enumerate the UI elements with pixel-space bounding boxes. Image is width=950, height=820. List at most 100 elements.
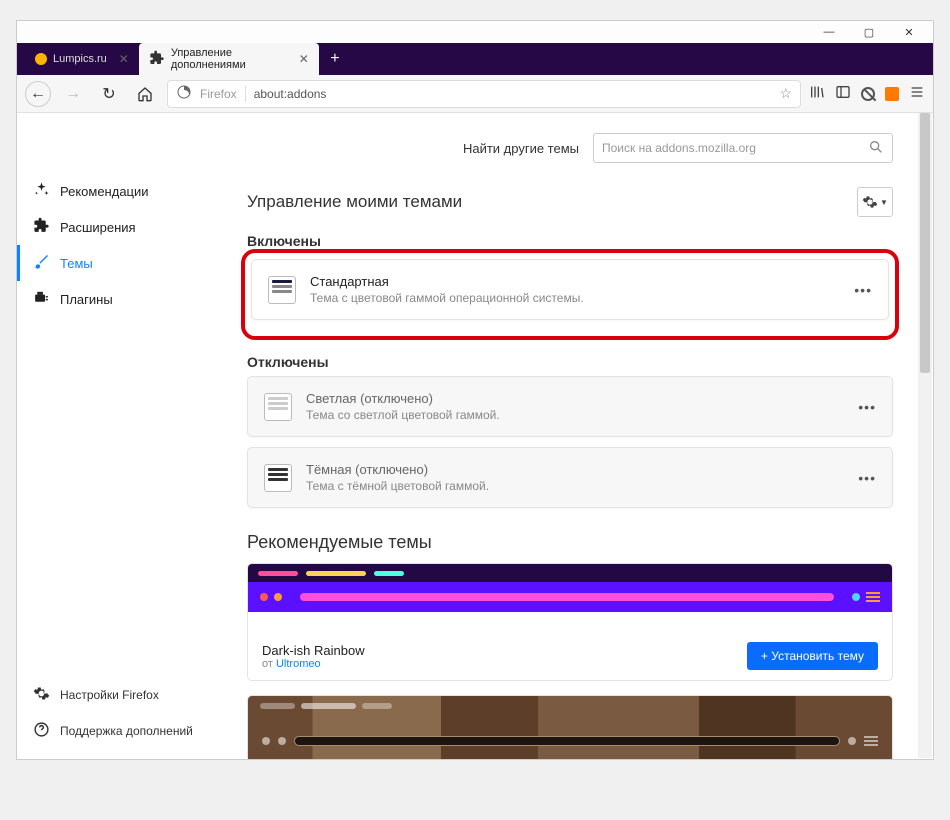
sidebar-item-recommendations[interactable]: Рекомендации <box>17 173 227 209</box>
theme-subtitle: Тема с цветовой гаммой операционной сист… <box>310 291 840 305</box>
recommended-theme-darkish-rainbow: Dark-ish Rainbow от Ultromeo + Установит… <box>247 563 893 681</box>
tab-strip: Lumpics.ru ✕ Управление дополнениями ✕ + <box>17 43 933 75</box>
firefox-icon <box>176 84 192 103</box>
scrollbar-thumb[interactable] <box>920 113 930 373</box>
preview-hamburger-icon <box>866 592 880 602</box>
tab-lumpics[interactable]: Lumpics.ru ✕ <box>25 43 139 75</box>
preview-urlbar <box>300 593 834 601</box>
new-tab-button[interactable]: + <box>319 43 351 75</box>
recommended-theme-oldwood: OldWood <box>247 695 893 759</box>
preview-dot <box>274 593 282 601</box>
adblock-icon[interactable] <box>861 87 875 101</box>
puzzle-icon <box>33 217 50 237</box>
tab-close-icon[interactable]: ✕ <box>119 52 129 66</box>
page-heading-row: Управление моими темами ▼ <box>247 187 893 217</box>
recommended-heading: Рекомендуемые темы <box>247 532 893 553</box>
recommended-name: Dark-ish Rainbow <box>262 643 747 658</box>
help-icon <box>33 721 50 741</box>
theme-card-light[interactable]: Светлая (отключено) Тема со светлой цвет… <box>247 376 893 437</box>
preview-dot <box>848 737 856 745</box>
sidebar-item-plugins[interactable]: Плагины <box>17 281 227 317</box>
library-icon[interactable] <box>809 84 825 103</box>
sidebar-icon[interactable] <box>835 84 851 103</box>
sidebar: Рекомендации Расширения Темы Плагины Нас… <box>17 113 227 759</box>
preview-tab <box>258 571 298 576</box>
more-options-button[interactable]: ••• <box>858 399 876 415</box>
content-area: Рекомендации Расширения Темы Плагины Нас… <box>17 113 933 759</box>
theme-thumbnail-icon <box>268 276 296 304</box>
extension-icon[interactable] <box>885 87 899 101</box>
url-bar[interactable]: Firefox about:addons ☆ <box>167 80 801 108</box>
reload-button[interactable]: ↻ <box>95 80 123 108</box>
bookmark-star-icon[interactable]: ☆ <box>779 85 792 102</box>
theme-text: Стандартная Тема с цветовой гаммой опера… <box>310 274 840 305</box>
search-themes-label: Найти другие темы <box>463 141 579 156</box>
sidebar-bottom: Настройки Firefox Поддержка дополнений <box>17 677 227 749</box>
window-minimize-button[interactable]: — <box>809 21 849 43</box>
theme-text: Светлая (отключено) Тема со светлой цвет… <box>306 391 844 422</box>
window-titlebar: — ▢ ✕ <box>17 21 933 43</box>
more-options-button[interactable]: ••• <box>854 282 872 298</box>
search-placeholder: Поиск на addons.mozilla.org <box>602 141 756 155</box>
sidebar-label: Рекомендации <box>60 184 149 199</box>
brush-icon <box>33 253 50 273</box>
chevron-down-icon: ▼ <box>880 198 888 207</box>
theme-card-dark[interactable]: Тёмная (отключено) Тема с тёмной цветово… <box>247 447 893 508</box>
window-maximize-button[interactable]: ▢ <box>849 21 889 43</box>
favicon-lumpics <box>35 53 47 65</box>
theme-thumbnail-icon <box>264 464 292 492</box>
preview-dot <box>278 737 286 745</box>
tab-label: Lumpics.ru <box>53 53 107 65</box>
home-button[interactable] <box>131 80 159 108</box>
tab-close-icon[interactable]: ✕ <box>299 52 309 66</box>
tab-addons[interactable]: Управление дополнениями ✕ <box>139 43 319 75</box>
sidebar-label: Настройки Firefox <box>60 688 159 702</box>
theme-thumbnail-icon <box>264 393 292 421</box>
scrollbar[interactable] <box>918 113 932 758</box>
sidebar-item-extensions[interactable]: Расширения <box>17 209 227 245</box>
theme-subtitle: Тема со светлой цветовой гаммой. <box>306 408 844 422</box>
recommended-author: от Ultromeo <box>262 658 747 670</box>
tab-label: Управление дополнениями <box>171 47 287 71</box>
theme-preview <box>248 564 892 632</box>
app-window: — ▢ ✕ Lumpics.ru ✕ Управление дополнения… <box>16 20 934 760</box>
sidebar-label: Темы <box>60 256 93 271</box>
preview-tab <box>374 571 404 576</box>
firefox-settings-link[interactable]: Настройки Firefox <box>17 677 227 713</box>
preview-tab <box>260 703 295 709</box>
menu-button[interactable] <box>909 84 925 103</box>
sidebar-label: Плагины <box>60 292 113 307</box>
section-enabled-heading: Включены <box>247 233 893 249</box>
install-theme-button[interactable]: + Установить тему <box>747 642 878 670</box>
preview-dot <box>262 737 270 745</box>
addons-support-link[interactable]: Поддержка дополнений <box>17 713 227 749</box>
theme-title: Светлая (отключено) <box>306 391 844 406</box>
more-options-button[interactable]: ••• <box>858 470 876 486</box>
puzzle-icon <box>149 50 165 69</box>
author-link[interactable]: Ultromeo <box>276 658 321 670</box>
highlight-annotation: Стандартная Тема с цветовой гаммой опера… <box>241 249 899 340</box>
back-button[interactable]: ← <box>25 81 51 107</box>
preview-tab <box>301 703 356 709</box>
forward-button[interactable]: → <box>59 80 87 108</box>
theme-title: Тёмная (отключено) <box>306 462 844 477</box>
addons-search-input[interactable]: Поиск на addons.mozilla.org <box>593 133 893 163</box>
gear-icon <box>33 685 50 705</box>
main-content: Найти другие темы Поиск на addons.mozill… <box>227 113 933 759</box>
theme-title: Стандартная <box>310 274 840 289</box>
preview-urlbar <box>294 736 840 746</box>
sparkle-icon <box>33 181 50 201</box>
search-row: Найти другие темы Поиск на addons.mozill… <box>247 133 893 163</box>
window-close-button[interactable]: ✕ <box>889 21 929 43</box>
theme-card-default[interactable]: Стандартная Тема с цветовой гаммой опера… <box>251 259 889 320</box>
sidebar-item-themes[interactable]: Темы <box>17 245 227 281</box>
url-prefix: Firefox <box>200 87 237 101</box>
preview-tab <box>362 703 392 709</box>
section-disabled-heading: Отключены <box>247 354 893 370</box>
search-icon[interactable] <box>868 139 884 158</box>
url-text: about:addons <box>254 87 327 101</box>
toolbar-right <box>809 84 925 103</box>
sidebar-label: Расширения <box>60 220 136 235</box>
preview-tab <box>306 571 366 576</box>
tools-menu-button[interactable]: ▼ <box>857 187 893 217</box>
